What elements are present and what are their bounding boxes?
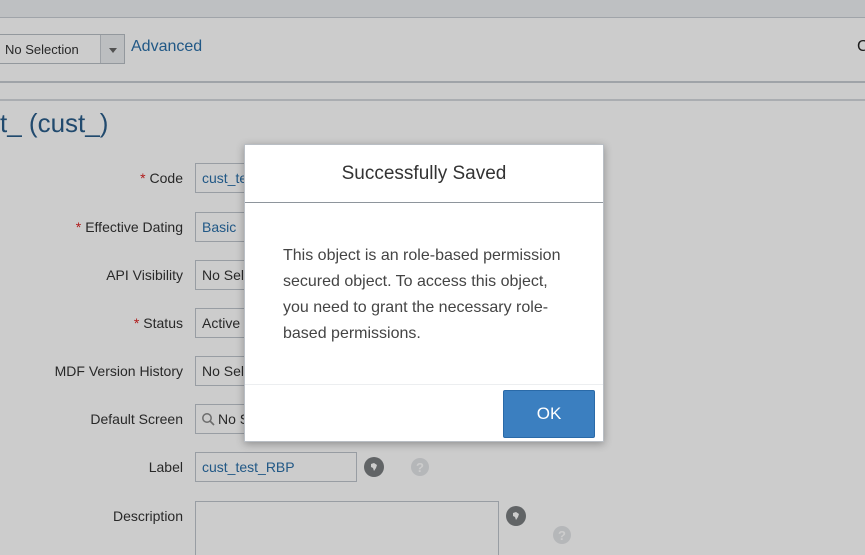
success-dialog: Successfully Saved This object is an rol… [244,144,604,442]
dialog-message: This object is an role-based permission … [283,247,561,342]
dialog-body: This object is an role-based permission … [245,203,603,385]
page: No Selection Advanced C t_ (cust_) * Code… [0,0,865,555]
dialog-title: Successfully Saved [341,162,507,184]
dialog-header: Successfully Saved [245,145,603,203]
dialog-footer: OK [245,384,603,442]
ok-button[interactable]: OK [503,390,595,438]
